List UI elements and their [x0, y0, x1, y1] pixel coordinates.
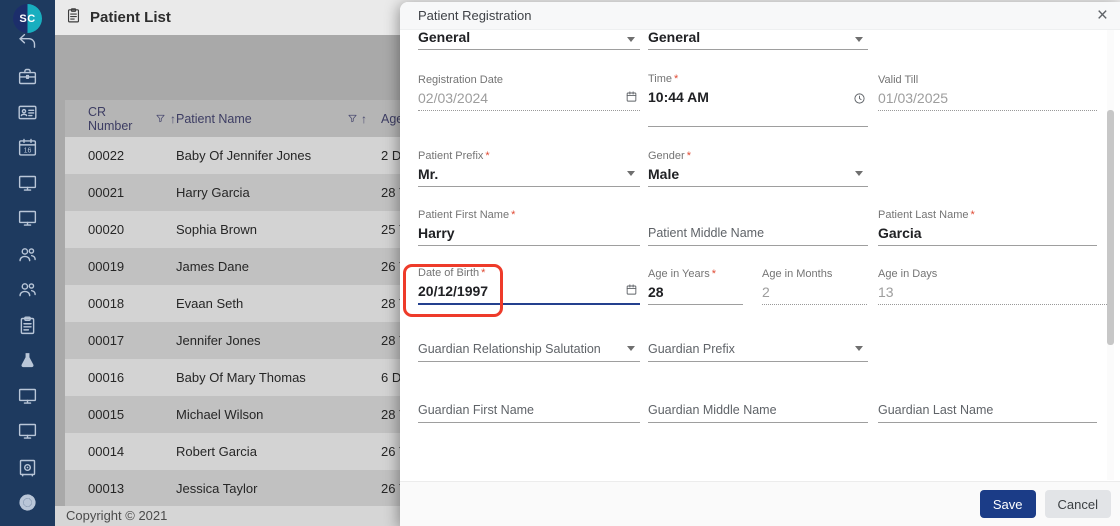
reply-icon	[19, 33, 36, 48]
clipboard-icon	[65, 7, 82, 29]
general-select-2[interactable]: General	[648, 29, 868, 50]
users-icon	[19, 283, 36, 297]
monitor-icon	[18, 424, 37, 440]
sidebar-item-users-1[interactable]	[17, 243, 39, 265]
column-header-patient-name[interactable]: Patient Name ↑	[176, 112, 381, 126]
time-field[interactable]: Time * 10:44 AM	[648, 73, 868, 127]
guardian-first-name-field[interactable]: Guardian First Name	[418, 386, 640, 423]
calendar-icon: 16	[18, 138, 37, 156]
logo-letter-s: S	[19, 12, 28, 25]
sidebar-item-monitor-2[interactable]	[17, 208, 39, 230]
sidebar-item-safe[interactable]	[17, 456, 39, 478]
guardian-prefix-select[interactable]: Guardian Prefix	[648, 325, 868, 362]
clipboard-icon	[20, 316, 35, 334]
column-header-cr-number[interactable]: CR Number ↑	[65, 105, 176, 133]
sidebar-item-monitor-4[interactable]	[17, 421, 39, 443]
guardian-last-name-field[interactable]: Guardian Last Name	[878, 386, 1097, 423]
chevron-down-icon	[855, 171, 863, 176]
save-button[interactable]: Save	[979, 490, 1036, 518]
monitor-icon	[18, 388, 37, 404]
patient-last-name-field[interactable]: Patient Last Name * Garcia	[878, 209, 1097, 246]
chevron-down-icon	[627, 171, 635, 176]
sidebar: SC 16	[0, 0, 55, 526]
app-logo[interactable]: SC	[13, 4, 42, 33]
id-card-icon	[18, 105, 37, 119]
filter-icon[interactable]	[155, 113, 166, 124]
patient-first-name-field[interactable]: Patient First Name * Harry	[418, 209, 640, 246]
guardian-middle-name-field[interactable]: Guardian Middle Name	[648, 386, 868, 423]
gender-select[interactable]: Gender * Male	[648, 148, 868, 187]
age-in-months-field[interactable]: Age in Months 2	[762, 268, 867, 305]
clock-icon[interactable]	[853, 92, 866, 105]
sidebar-item-gear[interactable]	[17, 492, 39, 514]
users-icon	[19, 247, 36, 262]
general-select-1[interactable]: General	[418, 29, 640, 50]
monitor-icon	[18, 210, 37, 226]
sidebar-nav: 16	[0, 30, 55, 514]
monitor-icon	[18, 175, 37, 191]
cancel-button[interactable]: Cancel	[1044, 490, 1111, 518]
sort-asc-icon[interactable]: ↑	[361, 113, 367, 125]
calendar-icon[interactable]	[625, 283, 638, 296]
flask-icon	[21, 353, 34, 368]
app-root: Patient List SC 16 CR Number ↑ Patient N…	[0, 0, 1120, 526]
sidebar-item-monitor-3[interactable]	[17, 385, 39, 407]
gear-icon	[19, 494, 36, 511]
valid-till-field[interactable]: Valid Till 01/03/2025	[878, 73, 1097, 111]
briefcase-icon	[18, 68, 37, 85]
modal-footer: Save Cancel	[400, 481, 1120, 526]
sidebar-item-flask[interactable]	[17, 350, 39, 372]
patient-registration-modal: Patient Registration × General General R…	[400, 2, 1120, 526]
sidebar-item-briefcase[interactable]	[17, 66, 39, 88]
chevron-down-icon	[855, 346, 863, 351]
sidebar-item-users-2[interactable]	[17, 279, 39, 301]
chevron-down-icon	[855, 37, 863, 42]
modal-title: Patient Registration	[418, 8, 532, 23]
modal-title-bar: Patient Registration ×	[400, 2, 1120, 30]
guardian-relationship-salutation-select[interactable]: Guardian Relationship Salutation	[418, 325, 640, 362]
age-in-days-field[interactable]: Age in Days 13	[878, 268, 1107, 305]
filter-icon[interactable]	[347, 113, 358, 124]
sidebar-item-monitor-1[interactable]	[17, 172, 39, 194]
sidebar-item-clipboard[interactable]	[17, 314, 39, 336]
logo-letter-c: C	[27, 12, 36, 25]
patient-middle-name-field[interactable]: Patient Middle Name	[648, 209, 868, 246]
chevron-down-icon	[627, 346, 635, 351]
age-in-years-field[interactable]: Age in Years * 28	[648, 268, 743, 305]
svg-text:16: 16	[24, 147, 32, 154]
chevron-down-icon	[627, 37, 635, 42]
patient-prefix-select[interactable]: Patient Prefix * Mr.	[418, 148, 640, 187]
sidebar-item-id-card[interactable]	[17, 101, 39, 123]
dob-annotation-highlight	[403, 264, 503, 317]
close-icon[interactable]: ×	[1097, 2, 1108, 29]
page-title: Patient List	[90, 9, 171, 26]
registration-date-field[interactable]: Registration Date 02/03/2024	[418, 73, 640, 111]
modal-scrollbar-thumb[interactable]	[1107, 110, 1114, 345]
sidebar-item-reply[interactable]	[17, 30, 39, 52]
calendar-icon[interactable]	[625, 90, 638, 103]
safe-icon	[19, 459, 36, 477]
sidebar-item-calendar[interactable]: 16	[17, 137, 39, 159]
